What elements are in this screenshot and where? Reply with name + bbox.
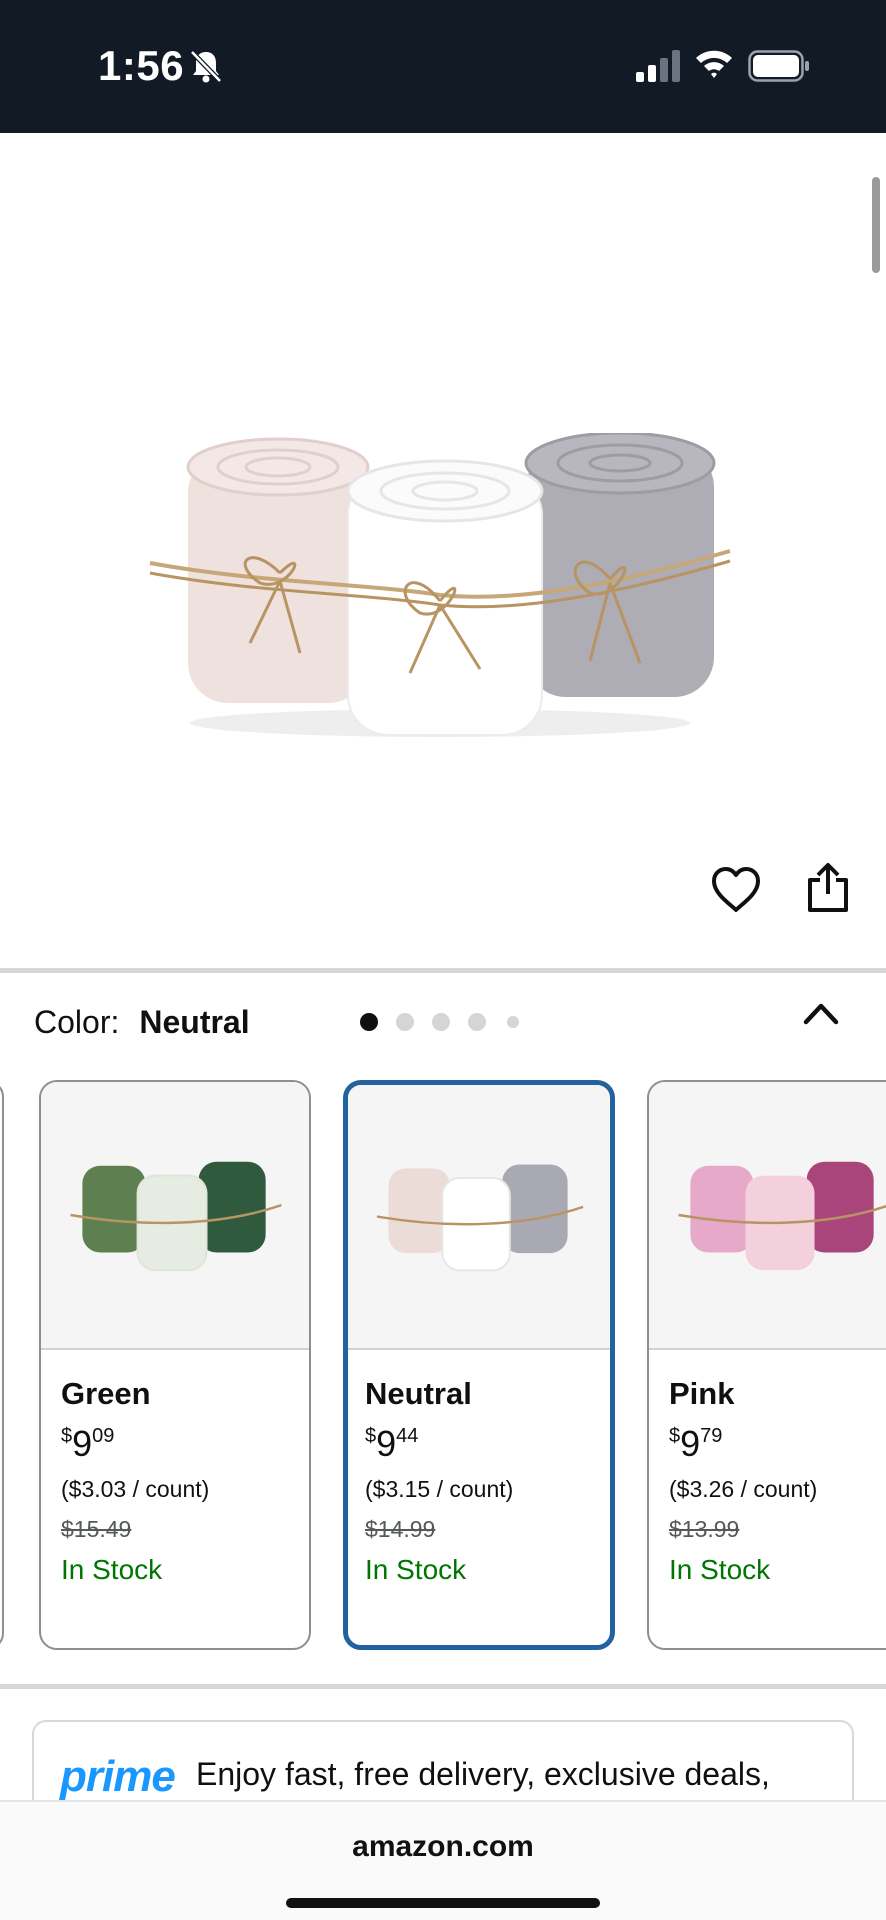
status-time: 1:56 bbox=[98, 42, 185, 89]
swatch-name: Green bbox=[61, 1376, 151, 1411]
swatch-green[interactable]: Green $909 ($3.03 / count) $15.49 In Sto… bbox=[39, 1080, 311, 1650]
swatch-pink[interactable]: Pink $979 ($3.26 / count) $13.99 In Stoc… bbox=[647, 1080, 886, 1650]
swatch-availability: In Stock bbox=[669, 1554, 771, 1585]
swatch-availability: In Stock bbox=[61, 1554, 163, 1585]
chevron-up-icon[interactable] bbox=[802, 998, 840, 1028]
swatch-image bbox=[649, 1082, 886, 1350]
gallery-dot-4[interactable] bbox=[468, 1013, 486, 1031]
browser-url-bar[interactable]: amazon.com bbox=[0, 1800, 886, 1920]
swatch-availability: In Stock bbox=[365, 1554, 467, 1585]
swatch-neutral[interactable]: Neutral $944 ($3.15 / count) $14.99 In S… bbox=[343, 1080, 615, 1650]
gallery-dot-5[interactable] bbox=[507, 1016, 519, 1028]
section-divider bbox=[0, 1684, 886, 1689]
product-image-gallery[interactable] bbox=[0, 133, 886, 1031]
wifi-icon bbox=[696, 50, 732, 78]
gallery-dot-1[interactable] bbox=[360, 1013, 378, 1031]
heart-icon[interactable] bbox=[710, 866, 762, 914]
signal-icon bbox=[636, 50, 680, 82]
swatch-previous-partial[interactable] bbox=[0, 1080, 4, 1650]
swatch-unit-price: ($3.26 / count) bbox=[669, 1476, 818, 1502]
battery-icon bbox=[748, 50, 809, 82]
prime-logo: prime bbox=[60, 1752, 176, 1801]
gallery-dot-2[interactable] bbox=[396, 1013, 414, 1031]
swatch-unit-price: ($3.03 / count) bbox=[61, 1476, 210, 1502]
share-icon[interactable] bbox=[804, 862, 852, 914]
swatch-list-price: $15.49 bbox=[61, 1516, 132, 1542]
swatch-price: $944 bbox=[365, 1423, 419, 1464]
swatch-image bbox=[348, 1085, 610, 1350]
url-text[interactable]: amazon.com bbox=[0, 1830, 886, 1864]
prime-banner-text: Enjoy fast, free delivery, exclusive dea… bbox=[196, 1756, 770, 1792]
color-selector-label: Color: Neutral bbox=[34, 1004, 250, 1041]
home-indicator[interactable] bbox=[286, 1898, 600, 1908]
color-swatch-carousel[interactable]: Green $909 ($3.03 / count) $15.49 In Sto… bbox=[0, 1080, 886, 1652]
selected-color-value: Neutral bbox=[139, 1004, 250, 1040]
gallery-dot-3[interactable] bbox=[432, 1013, 450, 1031]
swatch-unit-price: ($3.15 / count) bbox=[365, 1476, 514, 1502]
swatch-price: $979 bbox=[669, 1423, 723, 1464]
swatch-list-price: $13.99 bbox=[669, 1516, 740, 1542]
scrollbar-thumb[interactable] bbox=[872, 177, 880, 273]
swatch-image bbox=[41, 1082, 309, 1350]
swatch-name: Pink bbox=[669, 1376, 735, 1411]
color-label-text: Color: bbox=[34, 1004, 120, 1040]
section-divider bbox=[0, 968, 886, 973]
swatch-list-price: $14.99 bbox=[365, 1516, 436, 1542]
swatch-name: Neutral bbox=[365, 1376, 472, 1411]
swatch-price: $909 bbox=[61, 1423, 115, 1464]
bell-slash-icon bbox=[190, 50, 222, 83]
product-image bbox=[149, 433, 731, 737]
status-bar: 1:56 bbox=[0, 0, 886, 133]
